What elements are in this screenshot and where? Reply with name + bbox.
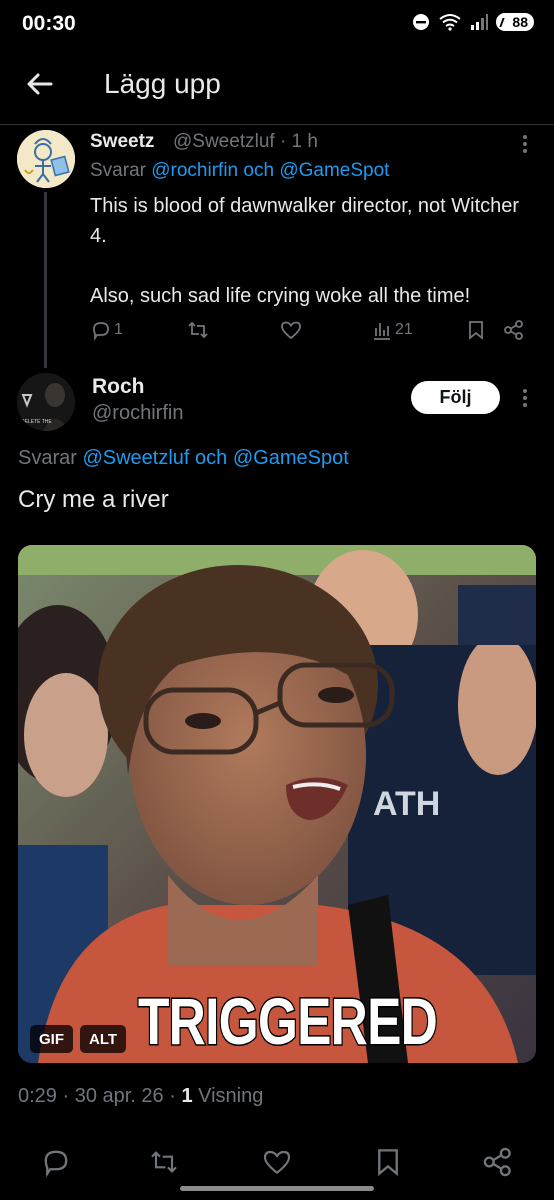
like-icon (263, 1150, 291, 1175)
share-button[interactable] (503, 319, 525, 341)
signal-icon (471, 14, 489, 30)
gif-caption-text: TRIGGERED (137, 983, 439, 1060)
retweet-icon (188, 321, 208, 339)
avatar-text: DELETE THE (21, 419, 52, 425)
mention-link[interactable]: @rochirfin (151, 160, 238, 181)
parent-tweet-text: This is blood of dawnwalker director, no… (90, 191, 530, 311)
mention-link[interactable]: @GameSpot (279, 160, 389, 181)
share-icon (504, 320, 523, 340)
like-button[interactable] (261, 1146, 293, 1178)
tweet-paragraph: This is blood of dawnwalker director, no… (90, 195, 520, 247)
home-indicator (180, 1186, 374, 1191)
retweet-button[interactable] (148, 1146, 180, 1178)
author-name[interactable]: Roch (92, 375, 145, 399)
bookmark-icon (378, 1149, 398, 1177)
tweet-meta: 0:29 · 30 apr. 26 · 1 Visning (18, 1085, 263, 1108)
views-count: 21 (395, 321, 413, 338)
share-button[interactable] (482, 1146, 514, 1178)
mention-and: och (195, 447, 228, 469)
more-icon (523, 389, 527, 407)
bookmark-button[interactable] (465, 319, 487, 341)
author-handle[interactable]: @rochirfin (92, 402, 183, 425)
bookmark-button[interactable] (372, 1146, 404, 1178)
tweet-timestamp: 0:29 · 30 apr. 26 · (18, 1085, 182, 1107)
views-icon (374, 323, 390, 340)
retweet-button[interactable] (186, 319, 210, 341)
reply-button[interactable]: 1 (90, 319, 123, 341)
views-button[interactable]: 21 (371, 319, 413, 341)
parent-more-button[interactable] (515, 132, 535, 156)
more-icon (523, 135, 527, 153)
reply-icon (44, 1150, 68, 1178)
shirt-logo-text: ATH (373, 785, 440, 823)
tweet-action-bar (0, 1140, 554, 1184)
mention-link[interactable]: @Sweetzluf (82, 447, 189, 469)
like-icon (281, 321, 301, 340)
page-title: Lägg upp (104, 68, 221, 99)
author-avatar[interactable]: DELETE THE (17, 373, 75, 431)
tweet-views-label[interactable]: Visning (193, 1085, 263, 1107)
status-icons: 88 (412, 13, 534, 31)
parent-author-name[interactable]: Sweetz (90, 131, 154, 153)
mention-link[interactable]: @GameSpot (233, 447, 349, 469)
replying-to: Svarar @Sweetzluf och @GameSpot (18, 447, 349, 470)
like-button[interactable] (279, 319, 303, 341)
tweet-views-count: 1 (181, 1085, 193, 1107)
tweet-more-button[interactable] (515, 386, 535, 410)
mention-and: och (243, 160, 275, 181)
reply-icon (93, 322, 109, 341)
tweet-gif-media[interactable]: ATH TRIGGERED GIF ALT (18, 545, 536, 1063)
bookmark-icon (469, 321, 483, 340)
tweet-paragraph: Also, such sad life crying woke all the … (90, 285, 471, 307)
status-time: 00:30 (22, 12, 76, 35)
retweet-icon (151, 1151, 177, 1173)
parent-handle-time[interactable]: @Sweetzluf · 1 h (173, 131, 318, 153)
parent-action-bar: 1 21 (90, 316, 530, 346)
follow-button[interactable]: Följ (411, 381, 500, 414)
gif-badge[interactable]: GIF (30, 1025, 73, 1053)
reply-button[interactable] (40, 1146, 72, 1178)
replying-label: Svarar (18, 447, 77, 469)
back-button[interactable] (22, 66, 58, 102)
parent-replying-to: Svarar @rochirfin och @GameSpot (90, 160, 389, 182)
thread-line (44, 192, 47, 368)
battery-indicator: 88 (496, 13, 534, 31)
back-arrow-icon (27, 73, 53, 95)
share-icon (483, 1147, 511, 1177)
alt-badge[interactable]: ALT (80, 1025, 127, 1053)
replying-label: Svarar (90, 160, 146, 181)
dnd-icon (413, 14, 430, 30)
parent-avatar[interactable] (17, 130, 75, 188)
wifi-icon (439, 14, 462, 31)
reply-count: 1 (114, 321, 123, 338)
tweet-text: Cry me a river (18, 486, 169, 513)
header-divider (0, 124, 554, 125)
